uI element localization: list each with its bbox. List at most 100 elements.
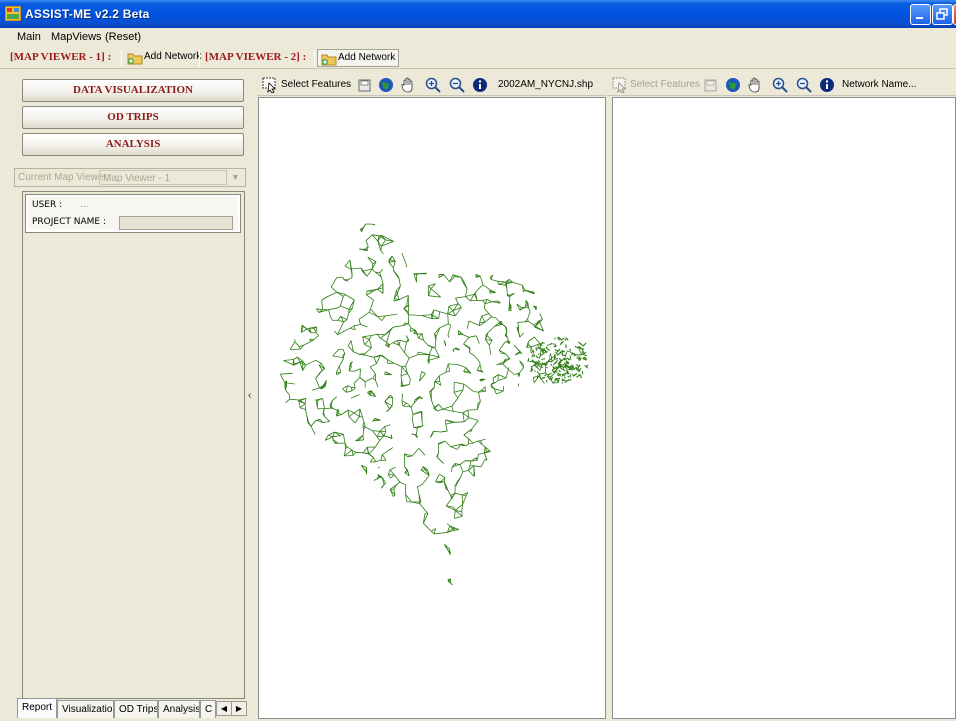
road-link[interactable] (493, 379, 494, 383)
road-link[interactable] (283, 360, 293, 361)
road-link[interactable] (417, 487, 419, 495)
road-link[interactable] (580, 375, 581, 378)
road-link[interactable] (333, 349, 339, 356)
road-link[interactable] (300, 404, 305, 408)
road-link[interactable] (448, 364, 449, 371)
road-link[interactable] (381, 483, 385, 488)
road-link[interactable] (535, 371, 536, 372)
road-link[interactable] (458, 304, 461, 308)
road-link[interactable] (399, 295, 409, 299)
road-link[interactable] (498, 378, 506, 381)
viewer2-select-features-label[interactable]: Select Features (630, 79, 700, 90)
road-link[interactable] (561, 368, 562, 370)
road-link[interactable] (490, 293, 496, 294)
road-link[interactable] (528, 358, 529, 362)
tab-scroll-right-icon[interactable]: ▶ (231, 701, 247, 716)
road-link[interactable] (364, 427, 366, 430)
road-link[interactable] (389, 343, 393, 345)
road-link[interactable] (354, 409, 360, 413)
road-link[interactable] (468, 439, 473, 444)
road-link[interactable] (364, 339, 369, 344)
road-link[interactable] (355, 417, 359, 423)
road-link[interactable] (372, 431, 380, 432)
road-link[interactable] (485, 309, 489, 314)
road-link[interactable] (455, 516, 463, 518)
road-link[interactable] (423, 340, 428, 345)
road-link[interactable] (447, 524, 450, 527)
road-link[interactable] (583, 354, 587, 356)
road-link[interactable] (448, 314, 449, 324)
road-link[interactable] (528, 321, 534, 325)
road-link[interactable] (552, 356, 553, 359)
road-link[interactable] (412, 448, 419, 456)
road-link[interactable] (403, 403, 407, 406)
road-link[interactable] (300, 408, 305, 410)
road-link[interactable] (472, 420, 478, 429)
road-link[interactable] (376, 460, 381, 462)
pan-hand-icon[interactable] (400, 77, 416, 93)
road-link[interactable] (439, 312, 440, 319)
road-link[interactable] (464, 337, 470, 344)
tab-scroll-left-icon[interactable]: ◀ (216, 701, 232, 716)
road-link[interactable] (385, 427, 386, 432)
road-link[interactable] (363, 435, 364, 440)
road-link[interactable] (452, 398, 458, 406)
road-link[interactable] (541, 377, 545, 379)
road-link[interactable] (381, 455, 383, 461)
road-link[interactable] (438, 409, 443, 411)
road-link[interactable] (369, 309, 370, 312)
road-link[interactable] (439, 474, 445, 477)
road-link[interactable] (429, 357, 439, 360)
road-link[interactable] (491, 317, 495, 318)
road-link[interactable] (430, 387, 435, 391)
road-link[interactable] (405, 323, 408, 324)
road-link[interactable] (377, 334, 385, 335)
road-link[interactable] (446, 424, 448, 431)
road-link[interactable] (531, 348, 532, 352)
road-link[interactable] (548, 373, 552, 375)
road-link[interactable] (402, 394, 403, 401)
road-link[interactable] (489, 345, 491, 355)
road-link[interactable] (550, 353, 551, 356)
project-name-field[interactable] (119, 216, 233, 230)
road-link[interactable] (295, 342, 299, 347)
road-link[interactable] (448, 325, 451, 335)
road-link[interactable] (406, 358, 410, 366)
road-link[interactable] (289, 395, 290, 399)
road-link[interactable] (470, 461, 471, 466)
road-link[interactable] (470, 352, 476, 356)
road-link[interactable] (528, 337, 534, 342)
road-link[interactable] (444, 275, 450, 282)
road-link[interactable] (343, 277, 344, 280)
road-link[interactable] (346, 391, 352, 392)
road-link[interactable] (487, 299, 492, 302)
road-link[interactable] (417, 485, 422, 487)
road-link[interactable] (429, 348, 432, 355)
road-link[interactable] (464, 384, 474, 391)
road-link[interactable] (455, 510, 456, 518)
road-link[interactable] (385, 314, 397, 316)
road-link[interactable] (432, 348, 435, 349)
road-link[interactable] (381, 277, 383, 284)
road-link[interactable] (435, 348, 439, 357)
map-viewer-2-canvas[interactable] (612, 97, 956, 719)
road-link[interactable] (323, 403, 324, 409)
road-link[interactable] (345, 260, 350, 266)
road-link[interactable] (285, 383, 286, 390)
road-link[interactable] (478, 454, 479, 459)
road-link[interactable] (311, 421, 315, 426)
road-link[interactable] (402, 366, 406, 367)
road-link[interactable] (385, 395, 390, 401)
road-link[interactable] (436, 474, 440, 482)
road-link[interactable] (554, 370, 557, 372)
road-link[interactable] (342, 410, 349, 415)
road-link[interactable] (537, 372, 539, 375)
road-link[interactable] (445, 441, 451, 447)
road-link[interactable] (451, 583, 453, 585)
road-link[interactable] (385, 425, 391, 427)
road-link[interactable] (378, 467, 380, 468)
road-link[interactable] (435, 376, 440, 382)
road-link[interactable] (562, 338, 565, 340)
road-link[interactable] (435, 340, 436, 348)
road-link[interactable] (325, 408, 331, 409)
